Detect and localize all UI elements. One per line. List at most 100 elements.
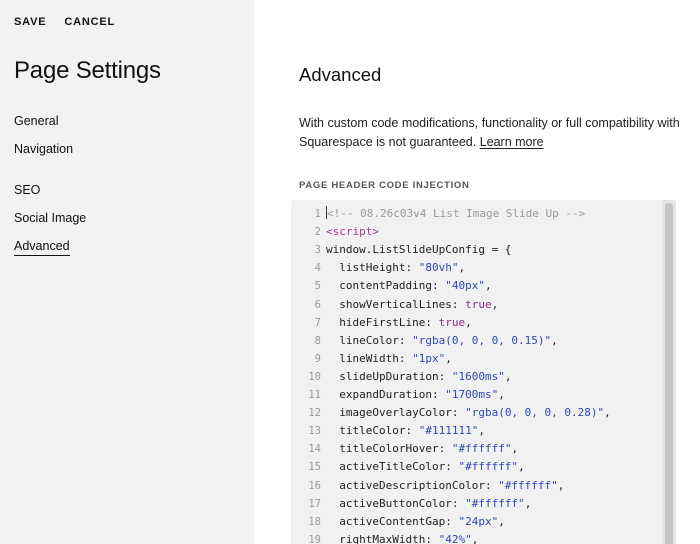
line-number: 10 xyxy=(308,370,321,383)
scrollbar-thumb[interactable] xyxy=(665,203,673,544)
code-token: "1600ms" xyxy=(451,369,505,383)
code-text: lineColor: "rgba(0, 0, 0, 0.15)", xyxy=(326,332,558,350)
code-token: <!-- 08.26c03v4 List Image Slide Up --> xyxy=(327,207,586,220)
code-token: lineWidth: xyxy=(326,351,413,365)
sidebar-title: Page Settings xyxy=(14,57,161,84)
code-token: expandDuration: xyxy=(326,388,446,401)
code-token: , xyxy=(504,369,512,383)
code-token: "1px" xyxy=(412,351,446,365)
line-number: 2 xyxy=(314,226,321,239)
line-number: 1 xyxy=(314,208,321,220)
nav-item-seo[interactable]: SEO xyxy=(14,183,40,197)
code-text: activeButtonColor: "#ffffff", xyxy=(326,495,531,513)
code-token: , xyxy=(551,333,558,347)
line-number: 17 xyxy=(308,497,321,510)
cancel-button[interactable]: CANCEL xyxy=(64,16,115,28)
code-text: <script> xyxy=(326,223,379,241)
code-editor[interactable]: 19 rightMaxWidth: "42%", 18 activeContent… xyxy=(291,200,676,544)
code-token: , xyxy=(471,532,479,544)
save-button[interactable]: SAVE xyxy=(14,16,46,28)
code-text: listHeight: "80vh", xyxy=(326,259,465,277)
code-text: titleColorHover: "#ffffff", xyxy=(326,440,518,458)
code-token: showVerticalLines: xyxy=(326,297,466,311)
code-text: activeDescriptionColor: "#ffffff", xyxy=(326,477,564,495)
code-token: slideUpDuration: xyxy=(326,369,452,383)
code-token: , xyxy=(445,351,452,365)
code-token: , xyxy=(484,279,492,293)
code-token: "#ffffff" xyxy=(458,460,519,474)
line-number: 4 xyxy=(314,262,321,275)
code-token: contentPadding: xyxy=(326,279,446,293)
sidebar-actions: SAVE CANCEL xyxy=(14,16,115,28)
code-token: , xyxy=(604,406,611,420)
code-token: , xyxy=(478,424,485,438)
editor-scrollbar[interactable] xyxy=(662,200,676,544)
line-number: 19 xyxy=(308,533,321,544)
code-token: listHeight: xyxy=(326,261,419,275)
code-token: lineColor: xyxy=(326,333,413,347)
code-token: "1700ms" xyxy=(445,388,499,401)
code-text: <!-- 08.26c03v4 List Image Slide Up --> xyxy=(326,205,585,223)
code-token: activeDescriptionColor: xyxy=(326,478,499,492)
code-text: activeTitleColor: "#ffffff", xyxy=(326,458,525,476)
code-token: "#ffffff" xyxy=(498,478,558,492)
line-number: 13 xyxy=(308,425,321,438)
code-token: true xyxy=(438,315,466,329)
line-number: 7 xyxy=(314,316,321,329)
code-token: , xyxy=(524,496,532,510)
code-text: imageOverlayColor: "rgba(0, 0, 0, 0.28)"… xyxy=(326,404,611,422)
code-token: , xyxy=(491,297,499,311)
line-number: 12 xyxy=(308,407,321,420)
code-token: activeButtonColor: xyxy=(326,496,466,510)
line-number: 14 xyxy=(308,443,321,456)
code-text: rightMaxWidth: "42%", xyxy=(326,531,478,544)
nav-item-general[interactable]: General xyxy=(14,114,58,128)
code-token: "#111111" xyxy=(418,424,479,438)
code-token: , xyxy=(511,442,519,456)
page-title: Advanced xyxy=(299,64,382,85)
code-token: activeContentGap: xyxy=(326,514,459,528)
nav-item-social-image[interactable]: Social Image xyxy=(14,211,86,225)
learn-more-link[interactable]: Learn more xyxy=(480,135,544,149)
code-token: rightMaxWidth: xyxy=(326,532,439,544)
line-number: 6 xyxy=(314,298,321,311)
code-text: activeContentGap: "24px", xyxy=(326,513,505,531)
line-number: 8 xyxy=(314,334,321,347)
code-token: "80vh" xyxy=(418,261,459,275)
code-token: <script> xyxy=(326,225,379,239)
line-number: 16 xyxy=(308,479,321,492)
code-token: , xyxy=(465,315,472,329)
code-token: , xyxy=(498,514,505,528)
nav-item-advanced[interactable]: Advanced xyxy=(14,239,70,256)
code-token: "#ffffff" xyxy=(465,496,525,510)
code-text: lineWidth: "1px", xyxy=(326,350,452,368)
code-token: , xyxy=(518,460,525,474)
code-token: hideFirstLine: xyxy=(326,315,439,329)
code-text: slideUpDuration: "1600ms", xyxy=(326,368,511,386)
code-token: "rgba(0, 0, 0, 0.15)" xyxy=(412,333,552,347)
code-token: "42%" xyxy=(438,532,472,544)
line-number: 9 xyxy=(314,352,321,365)
nav-item-navigation[interactable]: Navigation xyxy=(14,142,73,156)
code-token: true xyxy=(465,297,492,311)
code-token: "#ffffff" xyxy=(451,442,512,456)
main-panel: Advanced With custom code modifications,… xyxy=(254,0,700,544)
code-token: "rgba(0, 0, 0, 0.28)" xyxy=(465,406,605,420)
line-number: 5 xyxy=(314,280,321,293)
line-number: 11 xyxy=(308,389,321,401)
code-text: window.ListSlideUpConfig = { xyxy=(326,241,511,259)
code-token: titleColorHover: xyxy=(326,442,452,456)
code-text: showVerticalLines: true, xyxy=(326,296,498,314)
code-token: , xyxy=(458,261,466,275)
line-number: 15 xyxy=(308,461,321,474)
code-text: titleColor: "#111111", xyxy=(326,422,485,440)
code-token: "24px" xyxy=(458,514,499,528)
code-text: contentPadding: "40px", xyxy=(326,277,492,295)
code-token: imageOverlayColor: xyxy=(326,406,466,420)
code-token: , xyxy=(498,388,505,401)
code-text: expandDuration: "1700ms", xyxy=(326,386,505,404)
settings-sidebar: SAVE CANCEL Page Settings General Naviga… xyxy=(0,0,254,544)
code-text: hideFirstLine: true, xyxy=(326,314,472,332)
code-token: window.ListSlideUpConfig = { xyxy=(326,243,512,257)
line-number: 18 xyxy=(308,515,321,528)
